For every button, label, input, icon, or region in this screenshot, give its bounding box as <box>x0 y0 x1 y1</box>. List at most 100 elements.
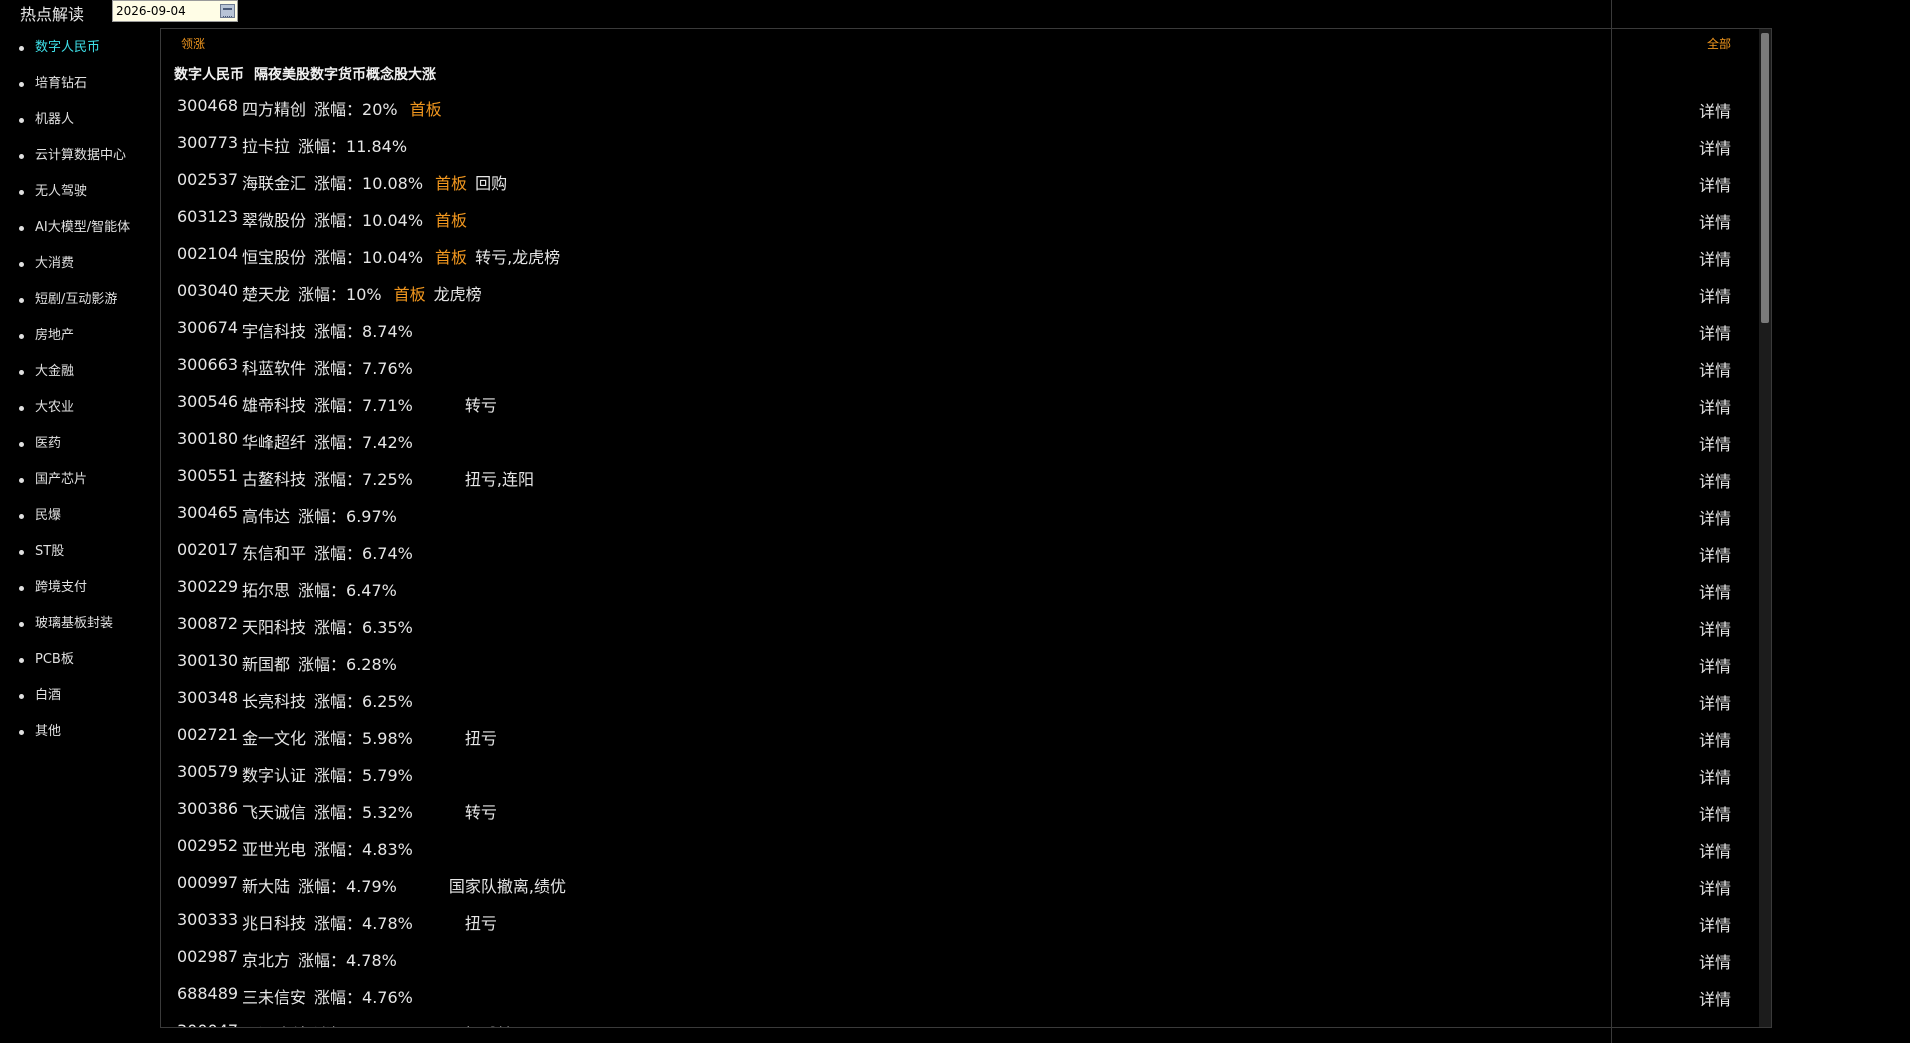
gain-label: 涨幅： <box>314 211 363 230</box>
stock-row: 300229 拓尔思 涨幅：6.47% 详情 <box>161 571 1751 608</box>
sidebar-item-label[interactable]: 房地产 <box>35 328 74 343</box>
sidebar-item-label[interactable]: 云计算数据中心 <box>35 148 126 163</box>
detail-link[interactable]: 详情 <box>1699 801 1731 825</box>
sidebar-item-label[interactable]: 无人驾驶 <box>35 184 87 199</box>
stock-code: 003040 <box>177 281 239 300</box>
sidebar-item-label[interactable]: 机器人 <box>35 112 74 127</box>
detail-link[interactable]: 详情 <box>1699 764 1731 788</box>
sidebar-item[interactable]: 数字人民币 <box>0 30 160 66</box>
sidebar-item-label[interactable]: AI大模型/智能体 <box>35 220 130 235</box>
bullet-icon <box>19 154 24 159</box>
gain-value: 10.04% <box>362 248 424 267</box>
detail-link[interactable]: 详情 <box>1699 838 1731 862</box>
stock-code: 300229 <box>177 577 239 596</box>
stock-info: 亚世光电 涨幅：4.83% <box>242 836 465 860</box>
sidebar-item-label[interactable]: 白酒 <box>35 688 61 703</box>
date-picker[interactable]: 2026-09-04 <box>112 0 238 22</box>
gain-label: 涨幅： <box>298 507 347 526</box>
sidebar-item[interactable]: 白酒 <box>0 678 160 714</box>
sidebar-item[interactable]: 玻璃基板封装 <box>0 606 160 642</box>
sidebar-item[interactable]: PCB板 <box>0 642 160 678</box>
sidebar-item-label[interactable]: 跨境支付 <box>35 580 87 595</box>
sidebar-item[interactable]: 短剧/互动影游 <box>0 282 160 318</box>
sidebar-item[interactable]: 机器人 <box>0 102 160 138</box>
gain-value: 10% <box>346 285 382 304</box>
sidebar-item-label[interactable]: 民爆 <box>35 508 61 523</box>
detail-link[interactable]: 详情 <box>1699 357 1731 381</box>
detail-link[interactable]: 详情 <box>1699 912 1731 936</box>
sidebar-item[interactable]: 大消费 <box>0 246 160 282</box>
detail-link[interactable]: 详情 <box>1699 949 1731 973</box>
gain-label: 涨幅： <box>314 803 363 822</box>
detail-link[interactable]: 详情 <box>1699 505 1731 529</box>
detail-link[interactable]: 详情 <box>1699 875 1731 899</box>
stock-name: 东信和平 <box>242 544 307 563</box>
bullet-icon <box>19 226 24 231</box>
detail-link[interactable]: 详情 <box>1699 394 1731 418</box>
sidebar-item[interactable]: 其他 <box>0 714 160 750</box>
detail-link[interactable]: 详情 <box>1699 690 1731 714</box>
stock-info: 东信和平 涨幅：6.74% <box>242 540 465 564</box>
detail-link[interactable]: 详情 <box>1699 135 1731 159</box>
sidebar-item-label[interactable]: 数字人民币 <box>35 40 100 55</box>
stock-code: 300579 <box>177 762 239 781</box>
sidebar-item[interactable]: AI大模型/智能体 <box>0 210 160 246</box>
sidebar-item-label[interactable]: 其他 <box>35 724 61 739</box>
detail-link[interactable]: 详情 <box>1699 727 1731 751</box>
scrollbar-thumb[interactable] <box>1761 33 1769 323</box>
detail-link[interactable]: 详情 <box>1699 653 1731 677</box>
sidebar-item-label[interactable]: 短剧/互动影游 <box>35 292 117 307</box>
sidebar-item[interactable]: 跨境支付 <box>0 570 160 606</box>
bullet-icon <box>19 262 24 267</box>
sidebar-item-label[interactable]: 大消费 <box>35 256 74 271</box>
detail-link[interactable]: 详情 <box>1699 468 1731 492</box>
sidebar-item[interactable]: 房地产 <box>0 318 160 354</box>
sidebar-item-label[interactable]: 玻璃基板封装 <box>35 616 113 631</box>
sidebar-item[interactable]: 大金融 <box>0 354 160 390</box>
calendar-icon[interactable] <box>220 4 235 18</box>
sidebar-item[interactable]: 云计算数据中心 <box>0 138 160 174</box>
sidebar-item-label[interactable]: 国产芯片 <box>35 472 87 487</box>
stock-remark: 国家队撤离,绩优 <box>448 877 566 896</box>
detail-link[interactable]: 详情 <box>1699 320 1731 344</box>
sidebar-item[interactable]: 大农业 <box>0 390 160 426</box>
sidebar-item[interactable]: 无人驾驶 <box>0 174 160 210</box>
stock-row: 300663 科蓝软件 涨幅：7.76% 详情 <box>161 349 1751 386</box>
sidebar-item-label[interactable]: 大金融 <box>35 364 74 379</box>
sidebar-item-label[interactable]: ST股 <box>35 544 64 559</box>
bullet-icon <box>19 730 24 735</box>
gain-value: 4.76% <box>362 988 413 1007</box>
bullet-icon <box>19 370 24 375</box>
sidebar-item-label[interactable]: 培育钻石 <box>35 76 87 91</box>
sidebar-item[interactable]: ST股 <box>0 534 160 570</box>
sidebar-item-label[interactable]: 医药 <box>35 436 61 451</box>
stock-code: 300546 <box>177 392 239 411</box>
sidebar-item[interactable]: 民爆 <box>0 498 160 534</box>
sidebar-item[interactable]: 培育钻石 <box>0 66 160 102</box>
scrollbar[interactable] <box>1759 29 1771 1027</box>
detail-link[interactable]: 详情 <box>1699 98 1731 122</box>
detail-link[interactable]: 详情 <box>1699 431 1731 455</box>
sidebar-item[interactable]: 医药 <box>0 426 160 462</box>
sidebar-item[interactable]: 国产芯片 <box>0 462 160 498</box>
detail-link[interactable]: 详情 <box>1699 209 1731 233</box>
sidebar-item-label[interactable]: PCB板 <box>35 652 74 667</box>
detail-link[interactable]: 详情 <box>1699 283 1731 307</box>
detail-link[interactable]: 详情 <box>1699 616 1731 640</box>
stock-info: 华峰超纤 涨幅：7.42% <box>242 429 465 453</box>
detail-link[interactable]: 详情 <box>1699 579 1731 603</box>
stock-row: 002017 东信和平 涨幅：6.74% 详情 <box>161 534 1751 571</box>
sidebar-item-label[interactable]: 大农业 <box>35 400 74 415</box>
all-link[interactable]: 全部 <box>1707 35 1731 52</box>
detail-link[interactable]: 详情 <box>1699 542 1731 566</box>
bullet-icon <box>19 442 24 447</box>
stock-name: 四方精创 <box>242 100 307 119</box>
detail-link[interactable]: 详情 <box>1699 172 1731 196</box>
stock-row: 000997 新大陆 涨幅：4.79% 国家队撤离,绩优 详情 <box>161 867 1751 904</box>
detail-link[interactable]: 详情 <box>1699 986 1731 1010</box>
detail-link[interactable]: 详情 <box>1699 1023 1731 1027</box>
stock-remark: 龙虎榜 <box>433 285 482 304</box>
date-value[interactable]: 2026-09-04 <box>116 4 186 18</box>
stock-code: 300348 <box>177 688 239 707</box>
detail-link[interactable]: 详情 <box>1699 246 1731 270</box>
